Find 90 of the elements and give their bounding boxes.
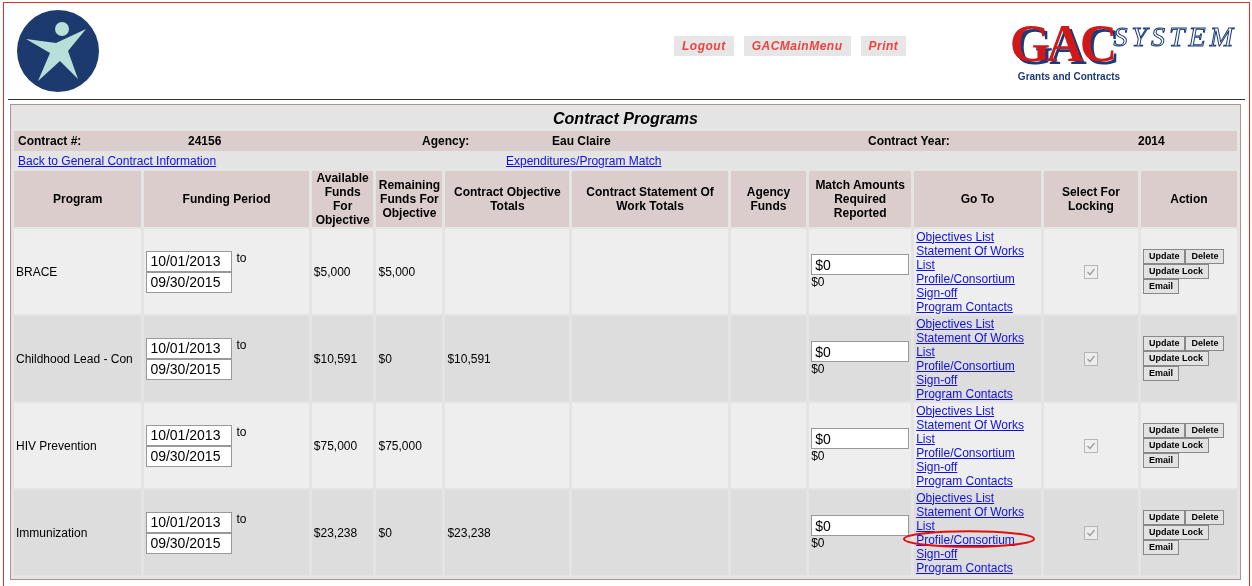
goto-link[interactable]: Objectives List bbox=[916, 490, 1027, 505]
program-name: Childhood Lead - Con bbox=[16, 351, 133, 366]
end-date-field[interactable]: 09/30/2015 bbox=[146, 532, 233, 554]
action-button[interactable]: Email bbox=[1142, 453, 1179, 468]
brand-logo-letters: GAC bbox=[1009, 20, 1114, 67]
remaining-funds: $0 bbox=[378, 525, 392, 540]
start-date-field[interactable]: 10/01/2013 bbox=[146, 250, 233, 272]
available-funds: $10,591 bbox=[313, 351, 358, 366]
column-header: Funding Period bbox=[144, 171, 309, 227]
action-button[interactable]: Update Lock bbox=[1142, 351, 1209, 366]
action-button[interactable]: Email bbox=[1142, 366, 1179, 381]
start-date-field[interactable]: 10/01/2013 bbox=[146, 424, 233, 446]
to-label: to bbox=[236, 424, 248, 439]
info-label: Contract Year: bbox=[868, 134, 951, 148]
page-link[interactable]: Back to General Contract Information bbox=[18, 154, 217, 168]
goto-link[interactable]: Program Contacts bbox=[916, 473, 1027, 488]
available-funds: $5,000 bbox=[313, 264, 351, 279]
objective-total: $23,238 bbox=[447, 525, 491, 540]
goto-link[interactable]: Statement Of Works List bbox=[916, 504, 1027, 533]
objective-total: $10,591 bbox=[447, 351, 491, 366]
info-value: Eau Claire bbox=[552, 134, 612, 148]
action-button[interactable]: Update Lock bbox=[1142, 438, 1209, 453]
page-link[interactable]: Expenditures/Program Match bbox=[506, 154, 662, 168]
goto-link[interactable]: Profile/Consortium Sign-off bbox=[916, 532, 1027, 561]
start-date-field[interactable]: 10/01/2013 bbox=[146, 511, 233, 533]
match-amount-field[interactable]: $0 bbox=[811, 254, 910, 275]
goto-link[interactable]: Objectives List bbox=[916, 316, 1027, 331]
goto-link[interactable]: Profile/Consortium Sign-off bbox=[916, 271, 1027, 300]
goto-link[interactable]: Program Contacts bbox=[916, 386, 1027, 401]
column-header: Remaining Funds For Objective bbox=[376, 171, 443, 227]
program-name: Immunization bbox=[16, 525, 88, 540]
column-header: Action bbox=[1140, 171, 1237, 227]
action-button[interactable]: Delete bbox=[1185, 249, 1225, 264]
column-header: Agency Funds bbox=[730, 171, 807, 227]
goto-link[interactable]: Statement Of Works List bbox=[916, 417, 1027, 446]
action-button[interactable]: Delete bbox=[1185, 510, 1225, 525]
match-amount-field[interactable]: $0 bbox=[811, 341, 910, 362]
remaining-funds: $5,000 bbox=[378, 264, 416, 279]
column-header: Match Amounts Required Reported bbox=[809, 171, 912, 227]
goto-link[interactable]: Program Contacts bbox=[916, 560, 1027, 575]
info-label: Contract #: bbox=[18, 134, 83, 148]
action-button[interactable]: Update bbox=[1142, 249, 1186, 264]
logo-figure-icon bbox=[16, 9, 100, 93]
brand-tagline: Grants and Contracts bbox=[1017, 70, 1121, 82]
action-button[interactable]: Email bbox=[1142, 540, 1179, 555]
column-header: Contract Objective Totals bbox=[445, 171, 570, 227]
action-button[interactable]: Delete bbox=[1185, 336, 1225, 351]
info-value: 24156 bbox=[188, 134, 223, 148]
goto-link[interactable]: Objectives List bbox=[916, 229, 1027, 244]
goto-link[interactable]: Profile/Consortium Sign-off bbox=[916, 445, 1027, 474]
info-value: 2014 bbox=[1138, 134, 1166, 148]
goto-link[interactable]: Objectives List bbox=[916, 403, 1027, 418]
end-date-field[interactable]: 09/30/2015 bbox=[146, 445, 233, 467]
action-button[interactable]: Update bbox=[1142, 423, 1186, 438]
program-name: BRACE bbox=[16, 264, 58, 279]
remaining-funds: $0 bbox=[378, 351, 392, 366]
to-label: to bbox=[236, 250, 248, 265]
match-amount-field[interactable]: $0 bbox=[811, 428, 910, 449]
goto-link[interactable]: Statement Of Works List bbox=[916, 330, 1027, 359]
to-label: to bbox=[236, 511, 248, 526]
program-name: HIV Prevention bbox=[16, 438, 97, 453]
action-button[interactable]: Update Lock bbox=[1142, 264, 1209, 279]
match-reported: $0 bbox=[811, 536, 825, 550]
action-button[interactable]: Update bbox=[1142, 510, 1186, 525]
action-button[interactable]: Email bbox=[1142, 279, 1179, 294]
column-header: Available Funds For Objective bbox=[311, 171, 374, 227]
panel-title: Contract Programs bbox=[552, 109, 699, 129]
available-funds: $75,000 bbox=[313, 438, 358, 453]
to-label: to bbox=[236, 337, 248, 352]
goto-link[interactable]: Statement Of Works List bbox=[916, 243, 1027, 272]
action-button[interactable]: Delete bbox=[1185, 423, 1225, 438]
column-header: Program bbox=[14, 171, 142, 227]
action-button[interactable]: Update Lock bbox=[1142, 525, 1209, 540]
end-date-field[interactable]: 09/30/2015 bbox=[146, 271, 233, 293]
remaining-funds: $75,000 bbox=[378, 438, 422, 453]
available-funds: $23,238 bbox=[313, 525, 358, 540]
column-header: Select For Locking bbox=[1043, 171, 1138, 227]
goto-link[interactable]: Program Contacts bbox=[916, 299, 1027, 314]
match-reported: $0 bbox=[811, 449, 825, 463]
action-button[interactable]: Update bbox=[1142, 336, 1186, 351]
column-header: Contract Statement Of Work Totals bbox=[572, 171, 728, 227]
end-date-field[interactable]: 09/30/2015 bbox=[146, 358, 233, 380]
match-reported: $0 bbox=[811, 362, 825, 376]
match-reported: $0 bbox=[811, 275, 825, 289]
match-amount-field[interactable]: $0 bbox=[811, 515, 910, 536]
goto-link[interactable]: Profile/Consortium Sign-off bbox=[916, 358, 1027, 387]
brand-logo-word: SYSTEM bbox=[1113, 20, 1237, 52]
info-label: Agency: bbox=[422, 134, 471, 148]
column-header: Go To bbox=[914, 171, 1041, 227]
start-date-field[interactable]: 10/01/2013 bbox=[146, 337, 233, 359]
